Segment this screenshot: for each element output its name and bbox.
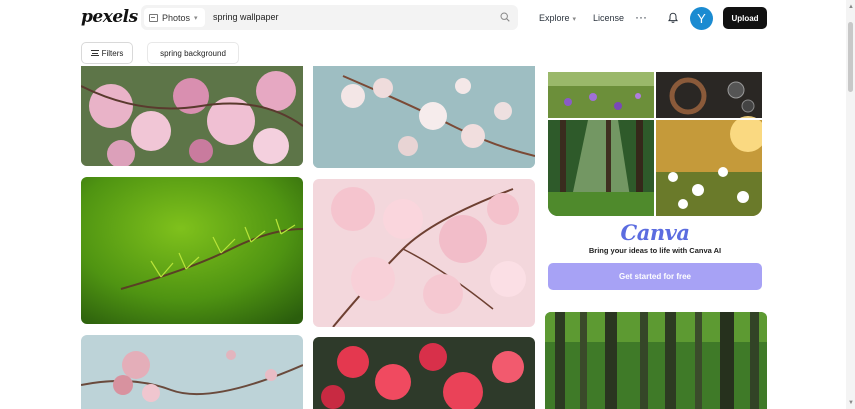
user-avatar[interactable]: Y [690,7,713,30]
chevron-down-icon: ▾ [572,16,577,23]
photo-bamboo-forest [545,312,767,409]
canva-ad[interactable]: Canva Bring your ideas to life with Canv… [548,72,762,290]
pexels-search-page: pexels Photos ▾ spring wallpaper Explore… [0,0,855,409]
bell-icon[interactable] [667,12,679,24]
search-icon[interactable] [500,12,510,22]
photo-green-branch [81,177,303,324]
photo-card[interactable] [313,66,535,168]
get-started-button[interactable]: Get started for free [548,263,762,290]
top-header: pexels Photos ▾ spring wallpaper Explore… [0,0,855,36]
photo-card[interactable] [313,179,535,327]
page-scrollbar[interactable]: ▲ ▼ [846,0,855,409]
canva-logo: Canva [620,220,690,245]
photo-card[interactable] [81,335,303,409]
upload-button[interactable]: Upload [723,7,767,29]
photo-cherry-blossoms [313,179,535,327]
photo-blossom-sky [81,335,303,409]
scroll-up-icon[interactable]: ▲ [848,4,854,10]
ad-image-grid [548,72,762,216]
scroll-down-icon[interactable]: ▼ [848,400,854,406]
photo-white-blossoms [313,66,535,168]
nav-license[interactable]: License [593,13,624,23]
filters-button[interactable]: Filters [81,42,133,64]
related-search-chip[interactable]: spring background [147,42,239,64]
image-icon [149,13,158,22]
pexels-logo[interactable]: pexels [81,7,138,27]
media-type-dropdown[interactable]: Photos ▾ [144,8,205,27]
nav-explore[interactable]: Explore ▾ [539,13,576,23]
ad-tagline: Bring your ideas to life with Canva AI [588,246,722,255]
search-bar[interactable]: Photos ▾ spring wallpaper [141,5,518,30]
filter-icon [90,50,99,56]
photo-card[interactable] [81,66,303,166]
more-menu-button[interactable]: ··· [635,10,647,24]
ad-collage [548,72,762,216]
photo-pink-blossoms [81,66,303,166]
photo-card[interactable] [545,312,767,409]
chevron-down-icon: ▾ [194,14,198,22]
photo-red-blossoms [313,337,535,409]
media-type-label: Photos [162,12,191,23]
scrollbar-thumb[interactable] [848,22,853,92]
photo-card[interactable] [313,337,535,409]
nav-explore-label: Explore [539,13,570,23]
filters-label: Filters [101,48,124,58]
photo-card[interactable] [81,177,303,324]
search-input[interactable]: spring wallpaper [213,12,279,22]
